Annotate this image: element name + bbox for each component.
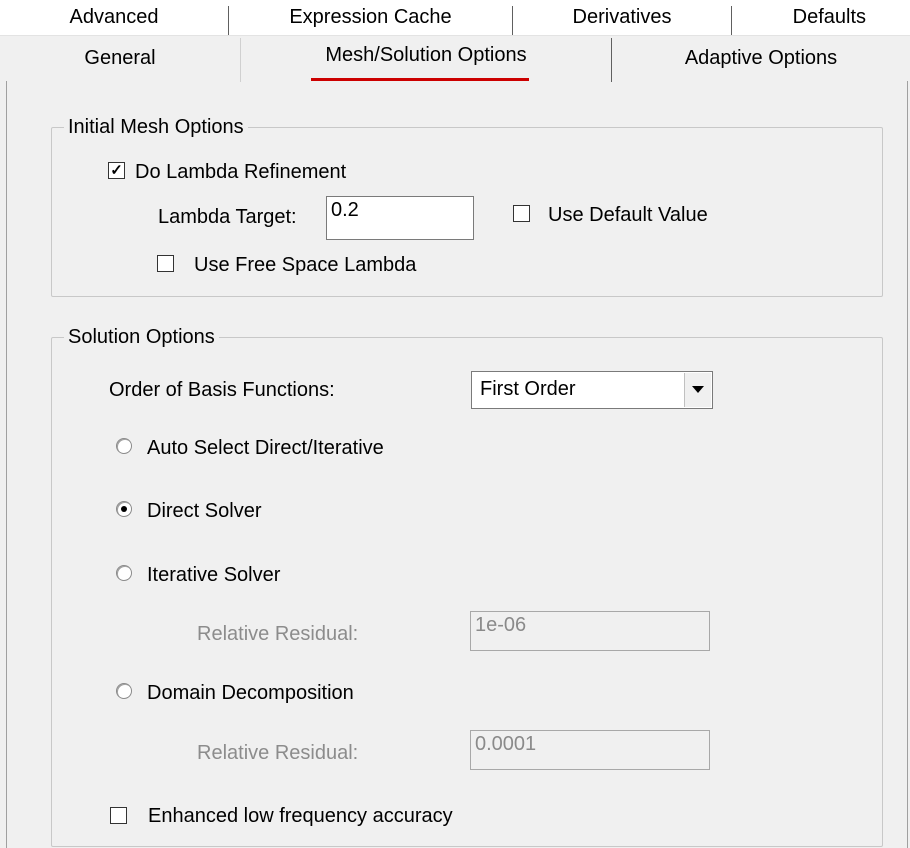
tab-adaptive-options[interactable]: Adaptive Options — [612, 38, 910, 78]
solution-options-title: Solution Options — [64, 324, 219, 350]
use-default-value-label: Use Default Value — [548, 204, 708, 226]
lambda-refinement-checkbox[interactable]: ✓ — [108, 162, 125, 179]
domain-residual-input[interactable]: 0.0001 — [470, 730, 710, 770]
lambda-target-input[interactable]: 0.2 — [326, 196, 474, 240]
options-panel: Initial Mesh Options ✓ Do Lambda Refinem… — [6, 81, 908, 848]
basis-order-select[interactable]: First Order — [471, 371, 713, 409]
low-frequency-label: Enhanced low frequency accuracy — [148, 805, 453, 827]
triangle-down-icon — [692, 386, 704, 393]
direct-solver-label: Direct Solver — [147, 500, 262, 522]
domain-residual-label: Relative Residual: — [197, 742, 359, 764]
domain-decomposition-radio[interactable] — [116, 683, 132, 699]
tab-row-top: Advanced Expression Cache Derivatives De… — [0, 0, 910, 36]
iterative-residual-input[interactable]: 1e-06 — [470, 611, 710, 651]
checkmark-icon: ✓ — [110, 162, 123, 179]
domain-decomposition-label: Domain Decomposition — [147, 682, 354, 704]
free-space-lambda-label: Use Free Space Lambda — [194, 254, 417, 276]
free-space-lambda-checkbox[interactable] — [157, 255, 174, 272]
iterative-solver-label: Iterative Solver — [147, 564, 281, 586]
tab-mesh-solution-options[interactable]: Mesh/Solution Options — [241, 36, 611, 80]
tab-derivatives[interactable]: Derivatives — [513, 0, 731, 35]
tab-advanced[interactable]: Advanced — [0, 0, 228, 35]
iterative-residual-label: Relative Residual: — [197, 623, 359, 645]
basis-order-label: Order of Basis Functions: — [109, 379, 335, 401]
iterative-solver-radio[interactable] — [116, 565, 132, 581]
tab-general[interactable]: General — [0, 38, 240, 78]
low-frequency-checkbox[interactable] — [110, 807, 127, 824]
use-default-value-checkbox[interactable] — [513, 205, 530, 222]
lambda-target-label: Lambda Target: — [158, 206, 297, 228]
radio-selected-dot — [121, 506, 127, 512]
direct-solver-radio[interactable] — [116, 501, 132, 517]
tab-expression-cache[interactable]: Expression Cache — [229, 0, 512, 35]
dropdown-button[interactable] — [684, 373, 711, 407]
initial-mesh-title: Initial Mesh Options — [64, 114, 248, 140]
basis-order-value: First Order — [480, 378, 576, 400]
solution-options-group: Solution Options — [51, 324, 883, 847]
auto-select-radio[interactable] — [116, 438, 132, 454]
lambda-refinement-label: Do Lambda Refinement — [135, 161, 347, 183]
tab-defaults[interactable]: Defaults — [732, 0, 910, 35]
auto-select-label: Auto Select Direct/Iterative — [147, 437, 384, 459]
tab-row-bottom: General Mesh/Solution Options Adaptive O… — [0, 35, 910, 82]
